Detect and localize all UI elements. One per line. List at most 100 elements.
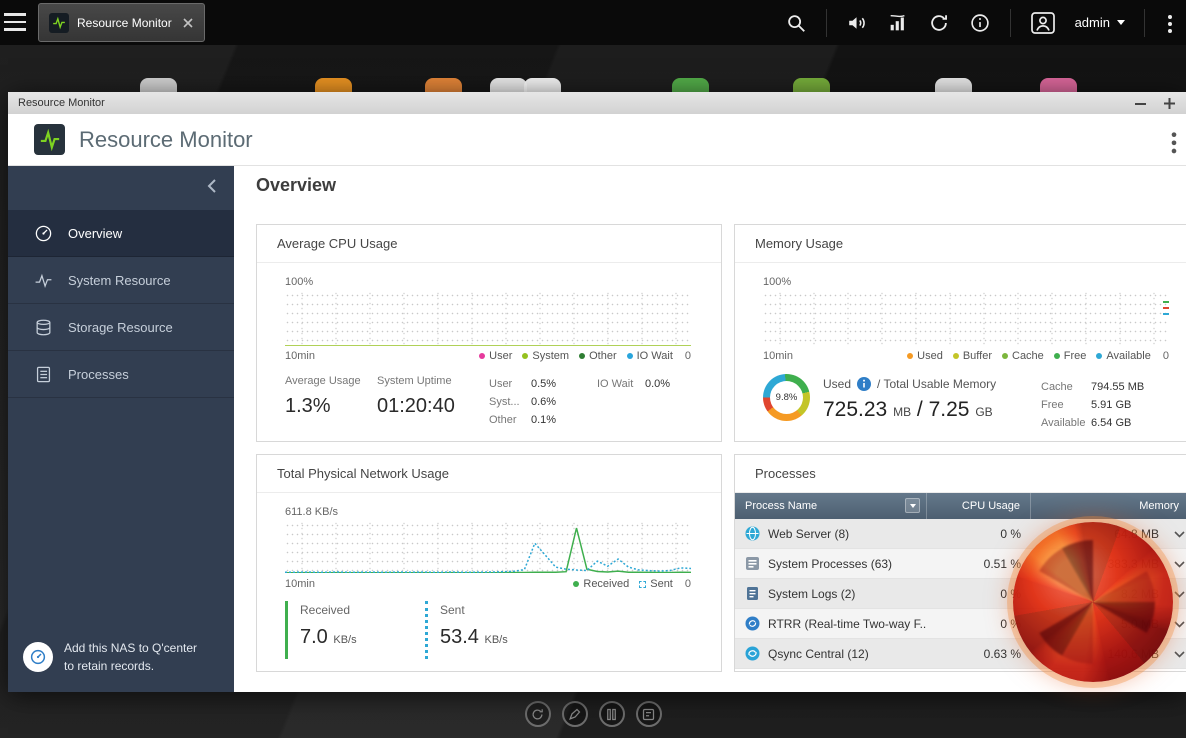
network-chart-svg — [285, 527, 691, 573]
network-received-stat: Received 7.0 KB/s — [285, 601, 357, 659]
detail-value: 5.91 GB — [1091, 399, 1132, 411]
process-memory: 5.0 MB — [1120, 616, 1159, 631]
breakdown-label: Other — [489, 414, 517, 426]
chart-edge-mark — [1163, 301, 1169, 303]
process-cpu: 0 % — [1000, 616, 1021, 631]
dock-pen-icon[interactable] — [561, 701, 588, 727]
processes-panel-title: Processes — [735, 455, 1186, 493]
resource-monitor-icon — [49, 12, 69, 33]
memory-total-label: / Total Usable Memory — [877, 377, 997, 391]
tab-close-icon[interactable] — [182, 17, 194, 29]
sort-dropdown-icon[interactable] — [905, 498, 920, 513]
cpu-chart-xleft: 10min — [285, 350, 315, 362]
network-legend: Received Sent — [573, 578, 673, 590]
legend-label: Available — [1106, 350, 1151, 362]
topbar: Resource Monitor admin — [0, 0, 1186, 45]
process-row-system-processes[interactable]: System Processes (63) 0.51 % 383.3 MB — [735, 549, 1186, 579]
column-process-name[interactable]: Process Name — [735, 493, 927, 519]
expand-chevron-icon[interactable] — [1174, 651, 1185, 658]
cpu-usage-panel: Average CPU Usage 100% 10min User System… — [256, 224, 722, 442]
column-cpu-usage[interactable]: CPU Usage — [927, 493, 1031, 519]
tab-label: Resource Monitor — [77, 15, 172, 30]
memory-usage-chart — [763, 291, 1169, 346]
process-cpu: 0 % — [1000, 586, 1021, 601]
maximize-button[interactable] — [1163, 97, 1176, 110]
breakdown-label: Syst... — [489, 396, 520, 408]
sidebar-item-label: Storage Resource — [68, 319, 173, 335]
memory-used-unit: MB — [893, 405, 912, 419]
memory-divider: / — [916, 398, 923, 421]
app-more-options-icon[interactable] — [1167, 130, 1181, 154]
qcenter-banner[interactable]: Add this NAS to Q'center to retain recor… — [23, 639, 219, 676]
process-cpu: 0.51 % — [983, 556, 1021, 571]
qcenter-icon — [23, 642, 53, 673]
dock-columns-icon[interactable] — [598, 701, 625, 727]
memory-chart-xleft: 10min — [763, 350, 793, 362]
legend-dot — [522, 353, 529, 359]
sidebar-item-overview[interactable]: Overview — [8, 210, 234, 257]
volume-icon[interactable] — [846, 12, 868, 34]
memory-used-label: Used — [823, 377, 852, 391]
chart-edge-mark — [1163, 307, 1169, 309]
minimize-button[interactable] — [1134, 97, 1147, 110]
dock-notes-icon[interactable] — [635, 701, 662, 727]
window-titlebar[interactable]: Resource Monitor — [8, 92, 1186, 114]
detail-label: Cache — [1041, 381, 1073, 393]
legend-label: Free — [1063, 350, 1087, 362]
more-options-icon[interactable] — [1164, 12, 1176, 34]
processes-table-header: Process Name CPU Usage Memory — [735, 493, 1186, 519]
user-menu[interactable]: admin — [1075, 15, 1125, 30]
search-icon[interactable] — [785, 12, 807, 34]
memory-chart-ymax: 100% — [763, 276, 792, 288]
background-tasks-icon[interactable] — [887, 12, 909, 34]
column-memory[interactable]: Memory — [1031, 493, 1186, 519]
column-label: Memory — [1139, 500, 1179, 512]
topbar-separator — [825, 8, 827, 37]
sidebar-item-processes[interactable]: Processes — [8, 351, 234, 398]
process-row-qsync-central[interactable]: Qsync Central (12) 0.63 % 140.6 MB — [735, 639, 1186, 669]
sidebar-collapse-icon[interactable] — [205, 177, 221, 195]
tab-resource-monitor[interactable]: Resource Monitor — [38, 3, 205, 42]
chart-edge-mark — [1163, 313, 1169, 315]
legend-dot — [1096, 353, 1103, 359]
process-list-icon — [34, 365, 53, 384]
legend-dashed-marker — [639, 580, 647, 588]
expand-chevron-icon[interactable] — [1174, 591, 1185, 598]
memory-info-icon[interactable] — [857, 377, 872, 391]
processes-table: Process Name CPU Usage Memory Web Server… — [735, 493, 1186, 671]
network-usage-panel: Total Physical Network Usage 611.8 KB/s … — [256, 454, 722, 672]
cpu-panel-title: Average CPU Usage — [257, 225, 721, 263]
expand-chevron-icon[interactable] — [1174, 531, 1185, 538]
detail-label: Available — [1041, 417, 1086, 429]
process-row-rtrr[interactable]: RTRR (Real-time Two-way F... 0 % 5.0 MB — [735, 609, 1186, 639]
process-row-web-server[interactable]: Web Server (8) 0 % 64.8 MB — [735, 519, 1186, 549]
main-menu-icon[interactable] — [4, 13, 30, 32]
process-row-system-logs[interactable]: System Logs (2) 0 % 8.2 MB — [735, 579, 1186, 609]
average-usage-label: Average Usage — [285, 375, 361, 387]
received-unit: KB/s — [333, 634, 357, 646]
processes-panel: Processes Process Name CPU Usage Memory — [734, 454, 1186, 672]
topbar-separator — [1009, 8, 1011, 37]
user-avatar-icon[interactable] — [1030, 11, 1056, 35]
qcenter-text-line2: to retain records. — [64, 659, 155, 674]
qsync-central-icon — [745, 646, 760, 661]
topbar-separator — [1144, 8, 1145, 37]
refresh-icon[interactable] — [928, 12, 950, 34]
page-title: Overview — [256, 175, 337, 195]
sidebar-item-system-resource[interactable]: System Resource — [8, 257, 234, 304]
received-value: 7.0 — [300, 626, 328, 648]
network-chart-xright: 0 — [684, 578, 691, 590]
main-content: Overview Average CPU Usage 100% 10min Us… — [234, 166, 1186, 692]
sidebar-item-storage-resource[interactable]: Storage Resource — [8, 304, 234, 351]
cpu-chart-xright: 0 — [684, 350, 691, 362]
sidebar-item-label: Processes — [68, 366, 129, 382]
expand-chevron-icon[interactable] — [1174, 621, 1185, 628]
username: admin — [1074, 15, 1110, 30]
info-icon[interactable] — [969, 12, 991, 34]
dock-recent-icon[interactable] — [524, 701, 551, 727]
legend-label: Sent — [650, 578, 673, 590]
cpu-usage-chart — [285, 291, 691, 346]
legend-label: Received — [583, 578, 630, 590]
expand-chevron-icon[interactable] — [1174, 561, 1185, 568]
detail-value: 794.55 MB — [1091, 381, 1145, 393]
